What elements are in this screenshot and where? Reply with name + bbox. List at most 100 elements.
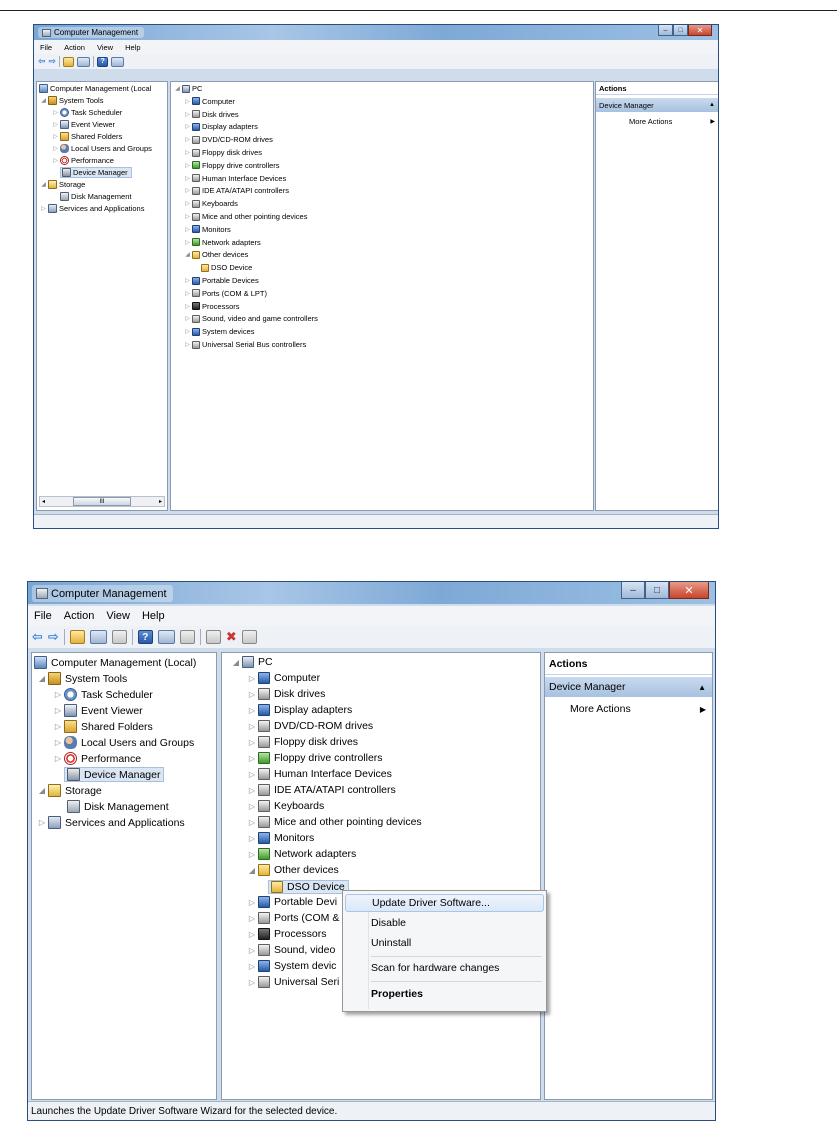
- collapsed-arrow-icon[interactable]: ▷: [246, 914, 258, 923]
- show-hide-console-tree-icon[interactable]: [89, 630, 107, 644]
- device-tree-item[interactable]: ▷ IDE ATA/ATAPI controllers: [246, 784, 396, 796]
- menu-help[interactable]: Help: [119, 43, 146, 52]
- collapsed-arrow-icon[interactable]: ▷: [183, 341, 192, 348]
- collapsed-arrow-icon[interactable]: ▷: [246, 754, 258, 763]
- collapsed-arrow-icon[interactable]: ▷: [246, 962, 258, 971]
- tree-item-computer-management[interactable]: Computer Management (Local): [34, 656, 196, 669]
- device-tree-item[interactable]: ▷ Computer: [246, 672, 320, 684]
- tree-item-services[interactable]: ▷ Services and Applications: [39, 204, 144, 213]
- update-driver-icon[interactable]: [205, 630, 221, 644]
- collapsed-arrow-icon[interactable]: ▷: [183, 226, 192, 233]
- device-tree-item[interactable]: ▷ Network adapters: [183, 238, 261, 247]
- device-tree-item[interactable]: ▷ Portable Devi: [246, 896, 337, 908]
- scan-hardware-icon[interactable]: [179, 630, 195, 644]
- device-tree-item[interactable]: ▷ Processors: [246, 928, 327, 940]
- device-tree-item[interactable]: ▷ Disk drives: [246, 688, 325, 700]
- device-tree-item[interactable]: ▷ Monitors: [246, 832, 314, 844]
- device-tree-item[interactable]: ▷ Display adapters: [183, 122, 258, 131]
- uninstall-x-icon[interactable]: ✖: [226, 629, 237, 645]
- actions-section-device-manager[interactable]: Device Manager ▲: [545, 677, 712, 697]
- device-tree-item[interactable]: ▷ Display adapters: [246, 704, 352, 716]
- minimize-button[interactable]: –: [658, 25, 673, 36]
- collapsed-arrow-icon[interactable]: ▷: [183, 187, 192, 194]
- collapsed-arrow-icon[interactable]: ▷: [183, 213, 192, 220]
- up-folder-icon[interactable]: [63, 56, 75, 67]
- menu-action[interactable]: Action: [58, 43, 91, 52]
- expanded-arrow-icon[interactable]: ◢: [39, 97, 48, 104]
- collapsed-arrow-icon[interactable]: ▷: [52, 690, 64, 699]
- maximize-button[interactable]: □: [645, 582, 669, 599]
- forward-arrow-icon[interactable]: ⇨: [48, 629, 59, 645]
- tree-item-shared-folders[interactable]: ▷ Shared Folders: [52, 720, 153, 733]
- tree-item-storage[interactable]: ◢ Storage: [39, 180, 85, 189]
- expanded-arrow-icon[interactable]: ◢: [36, 674, 48, 683]
- device-tree-item[interactable]: ◢ Other devices: [246, 864, 339, 876]
- more-actions-item[interactable]: More Actions ▶: [596, 114, 718, 128]
- device-tree-item[interactable]: ▷ Keyboards: [246, 800, 324, 812]
- tree-item-storage[interactable]: ◢ Storage: [36, 784, 102, 797]
- collapsed-arrow-icon[interactable]: ▷: [51, 109, 60, 116]
- device-tree-item[interactable]: ▷ IDE ATA/ATAPI controllers: [183, 186, 289, 195]
- device-tree-item[interactable]: ▷ Universal Seri: [246, 976, 339, 988]
- up-folder-icon[interactable]: [69, 630, 85, 644]
- bottom-title-bar[interactable]: Computer Management – □ ✕: [28, 582, 715, 604]
- collapsed-arrow-icon[interactable]: ▷: [183, 149, 192, 156]
- collapsed-arrow-icon[interactable]: ▷: [246, 818, 258, 827]
- tree-item-shared-folders[interactable]: ▷ Shared Folders: [51, 132, 122, 141]
- device-tree-item[interactable]: ◢ PC: [230, 656, 273, 668]
- device-tree-item[interactable]: ▷ Portable Devices: [183, 276, 259, 285]
- device-tree-item[interactable]: ▷ Computer: [183, 97, 235, 106]
- device-tree-item[interactable]: DSO Device: [201, 263, 252, 272]
- collapsed-arrow-icon[interactable]: ▷: [183, 175, 192, 182]
- device-tree-item[interactable]: ▷ Floppy drive controllers: [246, 752, 383, 764]
- collapsed-arrow-icon[interactable]: ▷: [183, 239, 192, 246]
- device-tree-item[interactable]: ▷ Network adapters: [246, 848, 356, 860]
- close-button[interactable]: ✕: [688, 25, 712, 36]
- menu-view[interactable]: View: [100, 610, 136, 622]
- tree-item-system-tools[interactable]: ◢ System Tools: [36, 672, 127, 685]
- device-tree-item[interactable]: ▷ DVD/CD-ROM drives: [246, 720, 373, 732]
- expanded-arrow-icon[interactable]: ◢: [230, 658, 242, 667]
- collapsed-arrow-icon[interactable]: ▷: [183, 123, 192, 130]
- menu-item-scan-hardware[interactable]: Scan for hardware changes: [345, 959, 544, 977]
- collapsed-arrow-icon[interactable]: ▷: [246, 978, 258, 987]
- menu-item-disable[interactable]: Disable: [345, 914, 544, 932]
- device-tree-item[interactable]: ▷ Floppy disk drives: [246, 736, 358, 748]
- tree-item-disk-management[interactable]: Disk Management: [60, 192, 131, 201]
- export-list-icon[interactable]: [111, 630, 127, 644]
- collapsed-arrow-icon[interactable]: ▷: [52, 706, 64, 715]
- scroll-right-arrow-icon[interactable]: ▸: [159, 498, 164, 505]
- collapsed-arrow-icon[interactable]: ▷: [246, 690, 258, 699]
- expanded-arrow-icon[interactable]: ◢: [36, 786, 48, 795]
- device-tree-item[interactable]: ▷ Sound, video: [246, 944, 335, 956]
- tree-item-performance[interactable]: ▷ Performance: [51, 156, 114, 165]
- device-tree-item[interactable]: ◢ PC: [173, 84, 202, 93]
- collapsed-arrow-icon[interactable]: ▷: [246, 770, 258, 779]
- menu-item-properties[interactable]: Properties: [345, 985, 544, 1003]
- collapsed-arrow-icon[interactable]: ▷: [52, 738, 64, 747]
- device-tree-item[interactable]: ▷ DVD/CD-ROM drives: [183, 135, 273, 144]
- tree-item-disk-management[interactable]: Disk Management: [67, 800, 169, 813]
- back-arrow-icon[interactable]: ⇦: [32, 629, 43, 645]
- collapsed-arrow-icon[interactable]: ▷: [51, 157, 60, 164]
- tree-item-task-scheduler[interactable]: ▷ Task Scheduler: [51, 108, 122, 117]
- forward-arrow-icon[interactable]: ⇨: [49, 56, 57, 67]
- collapsed-arrow-icon[interactable]: ▷: [246, 786, 258, 795]
- device-tree-item[interactable]: DSO Device: [268, 880, 349, 894]
- collapsed-arrow-icon[interactable]: ▷: [246, 930, 258, 939]
- tree-item-event-viewer[interactable]: ▷ Event Viewer: [52, 704, 143, 717]
- show-hide-console-tree-icon[interactable]: [77, 56, 91, 67]
- device-tree-item[interactable]: ▷ Floppy disk drives: [183, 148, 262, 157]
- menu-help[interactable]: Help: [136, 610, 171, 622]
- collapsed-arrow-icon[interactable]: ▷: [183, 136, 192, 143]
- minimize-button[interactable]: –: [621, 582, 645, 599]
- device-tree-item[interactable]: ◢ Other devices: [183, 250, 248, 259]
- collapsed-arrow-icon[interactable]: ▷: [246, 834, 258, 843]
- collapsed-arrow-icon[interactable]: ▷: [246, 850, 258, 859]
- collapsed-arrow-icon[interactable]: ▷: [183, 200, 192, 207]
- device-tree-item[interactable]: ▷ Sound, video and game controllers: [183, 314, 318, 323]
- show-action-pane-icon[interactable]: [111, 56, 125, 67]
- collapsed-arrow-icon[interactable]: ▷: [246, 946, 258, 955]
- collapsed-arrow-icon[interactable]: ▷: [51, 133, 60, 140]
- collapsed-arrow-icon[interactable]: ▷: [52, 754, 64, 763]
